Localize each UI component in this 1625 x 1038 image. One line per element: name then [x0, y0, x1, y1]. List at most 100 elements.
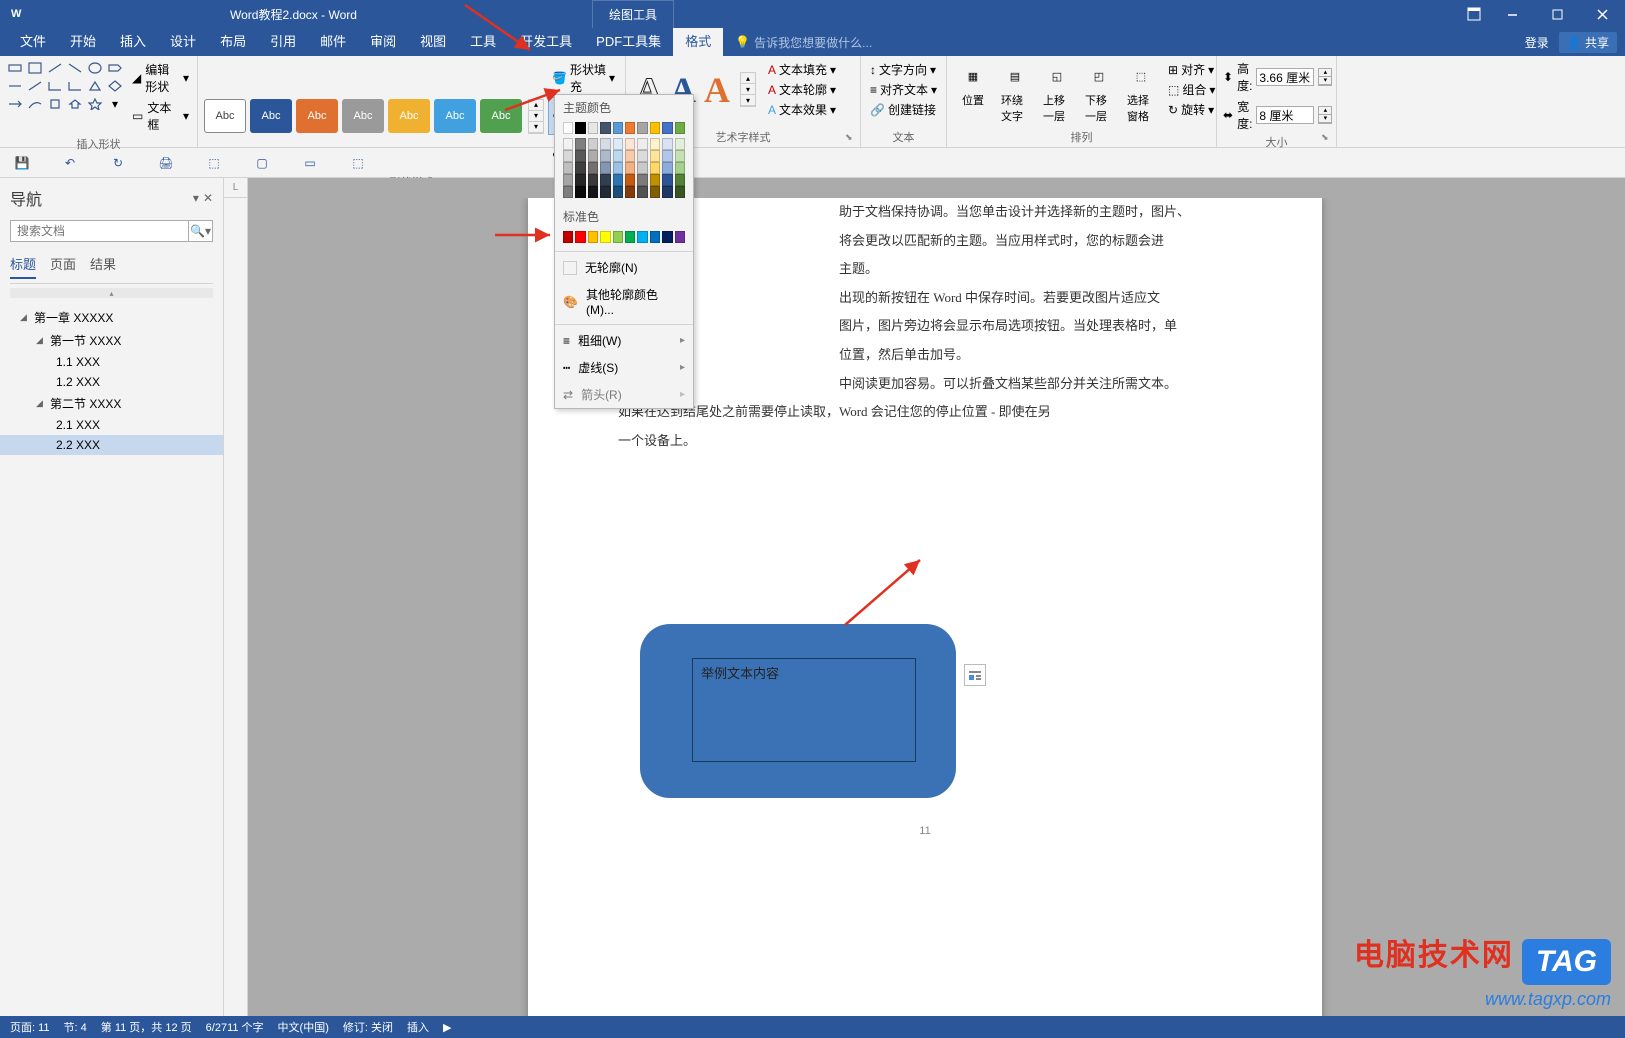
tab-tools[interactable]: 工具	[458, 28, 508, 56]
height-input[interactable]	[1256, 68, 1314, 86]
style-item[interactable]: Abc	[296, 99, 338, 133]
wrap-text-button[interactable]: ▤环绕文字	[995, 60, 1035, 126]
color-swatch[interactable]	[662, 150, 672, 162]
color-swatch[interactable]	[563, 138, 573, 150]
shape-style-gallery[interactable]: Abc Abc Abc Abc Abc Abc Abc ▴▾▾	[204, 99, 544, 134]
color-swatch[interactable]	[675, 150, 685, 162]
tab-layout[interactable]: 布局	[208, 28, 258, 56]
color-swatch[interactable]	[588, 174, 598, 186]
color-swatch[interactable]	[650, 150, 660, 162]
color-swatch[interactable]	[563, 162, 573, 174]
nav-node[interactable]: 1.2 XXX	[0, 372, 223, 392]
tell-me-search[interactable]: 💡 告诉我您想要做什么...	[735, 34, 872, 51]
color-swatch[interactable]	[563, 231, 573, 243]
tab-design[interactable]: 设计	[158, 28, 208, 56]
style-item[interactable]: Abc	[204, 99, 246, 133]
share-button[interactable]: 👤 共享	[1559, 32, 1617, 53]
page-canvas[interactable]: 助于文档保持协调。当您单击设计并选择新的主题时，图片、 将会更改以匹配新的主题。…	[248, 198, 1625, 1016]
status-macro-icon[interactable]: ▶	[443, 1021, 451, 1034]
color-swatch[interactable]	[613, 122, 623, 134]
color-swatch[interactable]	[613, 150, 623, 162]
color-swatch[interactable]	[575, 138, 585, 150]
tab-mailings[interactable]: 邮件	[308, 28, 358, 56]
minimize-button[interactable]	[1490, 0, 1535, 28]
status-language[interactable]: 中文(中国)	[278, 1019, 329, 1035]
shape-text-box[interactable]: 举例文本内容	[692, 658, 916, 762]
color-swatch[interactable]	[662, 174, 672, 186]
color-swatch[interactable]	[588, 150, 598, 162]
contextual-tab-drawing-tools[interactable]: 绘图工具	[592, 0, 674, 28]
nav-tab-results[interactable]: 结果	[90, 254, 116, 279]
color-swatch[interactable]	[662, 138, 672, 150]
align-text-button[interactable]: ≡对齐文本 ▾	[867, 80, 940, 99]
color-swatch[interactable]	[662, 162, 672, 174]
layout-options-icon[interactable]	[964, 664, 986, 686]
color-swatch[interactable]	[563, 174, 573, 186]
selection-pane-button[interactable]: ⬚选择窗格	[1121, 60, 1161, 126]
color-swatch[interactable]	[650, 122, 660, 134]
color-swatch[interactable]	[613, 174, 623, 186]
status-insert[interactable]: 插入	[407, 1019, 429, 1035]
color-swatch[interactable]	[675, 162, 685, 174]
color-swatch[interactable]	[575, 150, 585, 162]
color-swatch[interactable]	[588, 138, 598, 150]
color-swatch[interactable]	[600, 150, 610, 162]
text-fill-button[interactable]: A文本填充 ▾	[764, 60, 840, 79]
color-swatch[interactable]	[613, 186, 623, 198]
position-button[interactable]: ▦位置	[953, 60, 993, 126]
edit-shape-button[interactable]: ◢编辑形状 ▾	[130, 60, 191, 96]
color-swatch[interactable]	[662, 186, 672, 198]
color-swatch[interactable]	[675, 231, 685, 243]
color-swatch[interactable]	[575, 186, 585, 198]
tab-insert[interactable]: 插入	[108, 28, 158, 56]
search-icon[interactable]: 🔍▾	[188, 221, 212, 241]
ribbon-display-options-icon[interactable]	[1458, 0, 1490, 28]
group-button[interactable]: ⬚组合 ▾	[1165, 80, 1218, 99]
login-link[interactable]: 登录	[1525, 34, 1549, 51]
color-swatch[interactable]	[650, 138, 660, 150]
status-page-of[interactable]: 第 11 页，共 12 页	[101, 1019, 192, 1035]
style-item[interactable]: Abc	[480, 99, 522, 133]
more-colors-item[interactable]: 🎨其他轮廓颜色(M)...	[555, 281, 693, 322]
width-input[interactable]	[1256, 106, 1314, 124]
color-swatch[interactable]	[625, 138, 635, 150]
send-backward-button[interactable]: ◰下移一层	[1079, 60, 1119, 126]
color-swatch[interactable]	[563, 150, 573, 162]
color-swatch[interactable]	[600, 162, 610, 174]
color-swatch[interactable]	[625, 174, 635, 186]
nav-node[interactable]: 1.1 XXX	[0, 352, 223, 372]
color-swatch[interactable]	[613, 138, 623, 150]
status-section[interactable]: 节: 4	[64, 1019, 87, 1035]
color-swatch[interactable]	[637, 138, 647, 150]
color-swatch[interactable]	[650, 174, 660, 186]
nav-node[interactable]: ◢第一节 XXXX	[0, 329, 223, 352]
color-swatch[interactable]	[675, 186, 685, 198]
no-outline-item[interactable]: 无轮廓(N)	[555, 254, 693, 281]
nav-close-button[interactable]: ✕	[203, 191, 213, 205]
vertical-ruler[interactable]	[224, 198, 248, 1016]
nav-dropdown[interactable]: ▾	[193, 191, 199, 205]
wordart-launcher[interactable]: ⬊	[845, 132, 857, 144]
gallery-down[interactable]: ▾	[529, 111, 543, 122]
color-swatch[interactable]	[662, 231, 672, 243]
style-item[interactable]: Abc	[250, 99, 292, 133]
color-swatch[interactable]	[588, 186, 598, 198]
style-item[interactable]: Abc	[388, 99, 430, 133]
tab-references[interactable]: 引用	[258, 28, 308, 56]
color-swatch[interactable]	[637, 150, 647, 162]
color-swatch[interactable]	[600, 174, 610, 186]
nav-collapse-button[interactable]: ▴	[10, 288, 213, 298]
tab-format[interactable]: 格式	[673, 28, 723, 56]
style-item[interactable]: Abc	[342, 99, 384, 133]
redo-button[interactable]: ↻	[104, 151, 132, 175]
color-swatch[interactable]	[575, 174, 585, 186]
rounded-rectangle-shape[interactable]: 举例文本内容	[640, 624, 956, 798]
color-swatch[interactable]	[637, 162, 647, 174]
nav-node[interactable]: ◢第一章 XXXXX	[0, 306, 223, 329]
shape-fill-button[interactable]: 🪣形状填充 ▾	[548, 60, 619, 96]
rotate-button[interactable]: ↻旋转 ▾	[1165, 100, 1218, 119]
shapes-more-button[interactable]: ▾	[106, 96, 124, 112]
text-box-button[interactable]: ▭文本框 ▾	[130, 98, 191, 134]
tab-developer[interactable]: 开发工具	[508, 28, 584, 56]
color-swatch[interactable]	[588, 122, 598, 134]
